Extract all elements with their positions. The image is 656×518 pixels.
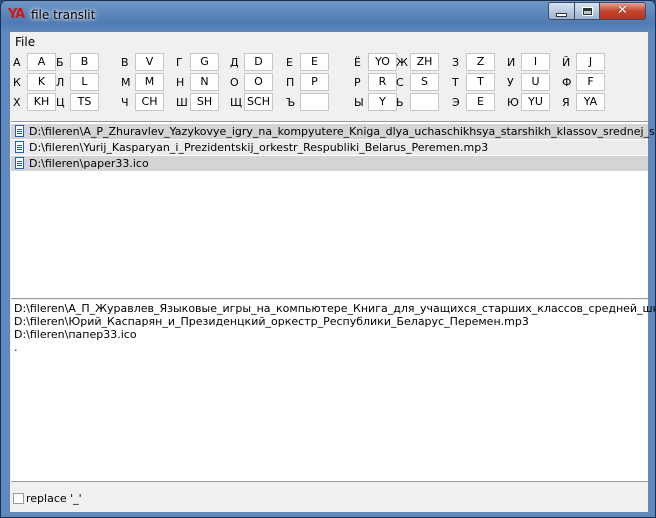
cyrillic-letter-label: Ь [396,96,404,109]
cyrillic-letter-label: Н [176,76,185,89]
latin-translit-input[interactable] [300,93,329,111]
latin-translit-input[interactable]: A [27,53,56,71]
cyrillic-letter-label: Р [354,76,361,89]
file-path: D:\fileren\Yurij_Kasparyan_i_Prezidentsk… [29,141,489,154]
latin-translit-input[interactable]: U [521,73,550,91]
cyrillic-letter-label: Е [286,56,293,69]
cyrillic-letter-label: Ц [56,96,65,109]
menu-file[interactable]: File [15,35,35,49]
cyrillic-letter-label: Л [56,76,65,89]
cyrillic-letter-label: Ч [121,96,129,109]
file-path: D:\fileren\paper33.ico [29,157,149,170]
cyrillic-letter-label: Щ [230,96,243,109]
cyrillic-letter-label: З [452,56,460,69]
latin-translit-input[interactable]: YA [576,93,605,111]
latin-translit-input[interactable]: R [368,73,397,91]
options-bar: replace '_' [10,483,648,512]
file-list-item[interactable]: D:\fileren\paper33.ico [11,156,648,171]
latin-translit-input[interactable] [410,93,439,111]
latin-translit-input[interactable]: L [70,73,99,91]
latin-translit-input[interactable]: SH [190,93,219,111]
replace-underscore-checkbox[interactable] [13,493,24,504]
cyrillic-letter-label: Г [176,56,183,69]
latin-translit-input[interactable]: G [190,53,219,71]
replace-underscore-label[interactable]: replace '_' [26,492,82,505]
cyrillic-letter-label: Д [230,56,239,69]
maximize-button[interactable] [574,2,600,20]
cyrillic-letter-label: Т [452,76,459,89]
latin-translit-input[interactable]: E [466,93,495,111]
latin-translit-input[interactable]: P [300,73,329,91]
output-text-area[interactable]: D:\fileren\А_П_Журавлев_Языковые_игры_на… [11,300,655,482]
cyrillic-letter-label: А [13,56,21,69]
input-file-list[interactable]: D:\fileren\А_P_Zhuravlev_Yazykovye_igry_… [11,121,655,299]
cyrillic-letter-label: Ы [354,96,364,109]
cyrillic-letter-label: Э [452,96,460,109]
cyrillic-letter-label: Й [562,56,571,69]
file-list-item[interactable]: D:\fileren\Yurij_Kasparyan_i_Prezidentsk… [11,140,648,155]
minimize-icon [556,13,567,17]
cyrillic-letter-label: Ш [176,96,188,109]
latin-translit-input[interactable]: KH [27,93,56,111]
file-path: D:\fileren\А_P_Zhuravlev_Yazykovye_igry_… [29,125,656,138]
latin-translit-input[interactable]: S [410,73,439,91]
latin-translit-input[interactable]: F [576,73,605,91]
window-title: file translit [31,8,96,22]
latin-translit-input[interactable]: N [190,73,219,91]
latin-translit-input[interactable]: Y [368,93,397,111]
cyrillic-letter-label: Ъ [286,96,296,109]
latin-translit-input[interactable]: CH [135,93,164,111]
latin-translit-input[interactable]: SCH [244,93,273,111]
cyrillic-letter-label: Ё [354,56,361,69]
latin-translit-input[interactable]: O [244,73,273,91]
menu-bar: File [10,32,648,51]
cyrillic-letter-label: М [121,76,131,89]
latin-translit-input[interactable]: M [135,73,164,91]
latin-translit-input[interactable]: T [466,73,495,91]
latin-translit-input[interactable]: E [300,53,329,71]
client-area: File А A Б B В V Г G Д D Е E Ё YO Ж ZH З Z И I Й J К K Л L М M Н N О O П… [9,31,655,513]
maximize-icon [581,6,593,16]
cyrillic-letter-label: В [121,56,129,69]
app-window: YA file translit ✕ File А A Б B В V Г G Д D Е E Ё YO Ж… [0,0,656,518]
file-icon [15,157,24,169]
cyrillic-letter-label: И [507,56,516,69]
cyrillic-letter-label: Я [562,96,570,109]
app-logo-text: YA [8,7,25,22]
latin-translit-input[interactable]: I [521,53,550,71]
latin-translit-input[interactable]: YO [368,53,397,71]
title-bar[interactable]: YA file translit ✕ [1,1,655,30]
output-line: . [14,341,18,354]
cyrillic-letter-label: Ф [562,76,572,89]
app-logo: YA [8,6,27,23]
output-line: D:\fileren\А_П_Журавлев_Языковые_игры_на… [14,302,656,315]
latin-translit-input[interactable]: V [135,53,164,71]
cyrillic-letter-label: П [286,76,295,89]
latin-translit-input[interactable]: B [70,53,99,71]
latin-translit-input[interactable]: Z [466,53,495,71]
close-button[interactable]: ✕ [599,2,646,20]
cyrillic-letter-label: Ж [396,56,408,69]
latin-translit-input[interactable]: D [244,53,273,71]
close-icon: ✕ [617,3,628,18]
latin-translit-input[interactable]: ZH [410,53,439,71]
cyrillic-letter-label: Х [13,96,21,109]
minimize-button[interactable] [548,2,575,20]
translit-table: А A Б B В V Г G Д D Е E Ё YO Ж ZH З Z И I Й J К K Л L М M Н N О O П P Р R С S… [10,52,648,120]
latin-translit-input[interactable]: J [576,53,605,71]
cyrillic-letter-label: С [396,76,404,89]
file-icon [15,125,24,137]
output-line: D:\fileren\Юрий_Каспарян_и_Президенцкий_… [14,315,529,328]
cyrillic-letter-label: Б [56,56,64,69]
cyrillic-letter-label: У [507,76,514,89]
latin-translit-input[interactable]: K [27,73,56,91]
cyrillic-letter-label: К [13,76,21,89]
cyrillic-letter-label: Ю [507,96,519,109]
output-line: D:\fileren\папер33.ico [14,328,137,341]
cyrillic-letter-label: О [230,76,239,89]
latin-translit-input[interactable]: TS [70,93,99,111]
file-icon [15,141,24,153]
file-list-item[interactable]: D:\fileren\А_P_Zhuravlev_Yazykovye_igry_… [11,124,655,139]
latin-translit-input[interactable]: YU [521,93,550,111]
